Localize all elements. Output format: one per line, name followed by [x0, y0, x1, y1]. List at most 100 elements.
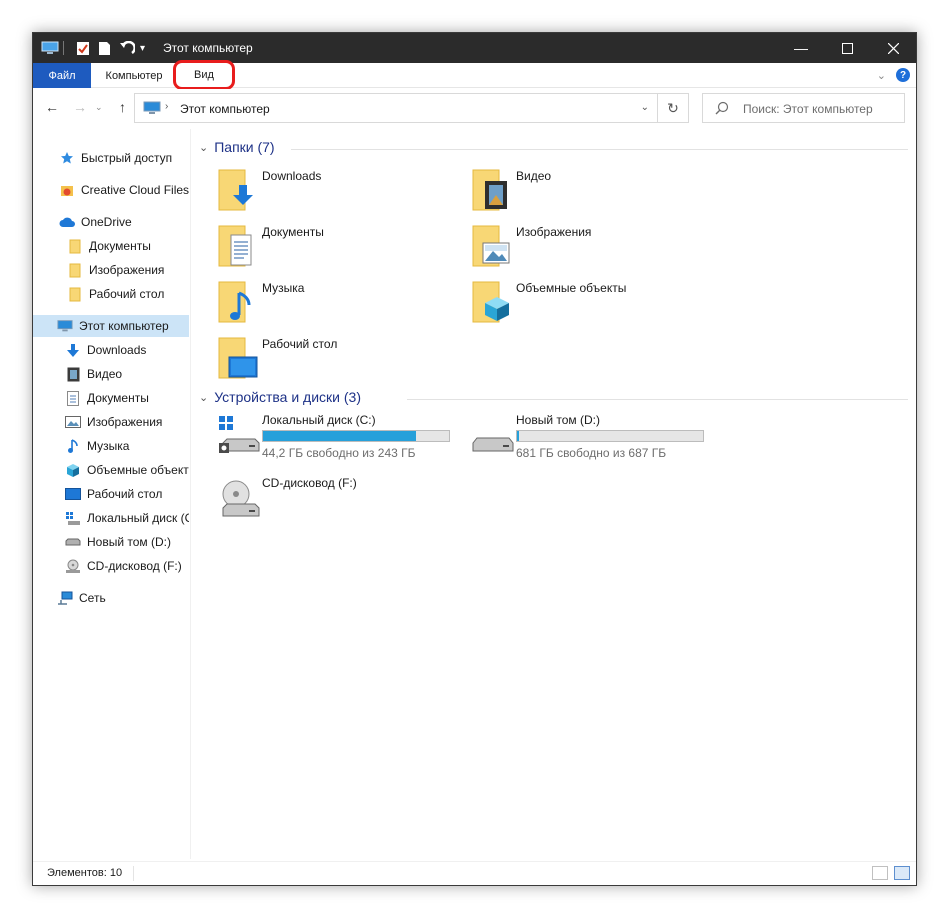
computer-icon — [143, 101, 161, 118]
details-view-icon[interactable] — [872, 866, 888, 880]
3d-objects-folder-icon — [472, 281, 509, 323]
drive-free-space: 44,2 ГБ свободно из 243 ГБ — [262, 446, 416, 460]
search-input[interactable]: Поиск: Этот компьютер — [702, 93, 905, 123]
quick-access-separator — [63, 41, 64, 55]
folder-tile-downloads[interactable]: Downloads — [217, 167, 467, 219]
help-icon[interactable]: ? — [896, 68, 910, 82]
drive-usage-fill — [517, 431, 520, 441]
navigation-bar: ← → ⌄ ↑ › Этот компьютер ⌄ ↻ Поиск: Этот… — [33, 89, 916, 127]
folder-tile-music[interactable]: Музыка — [217, 279, 467, 331]
tile-label: Downloads — [262, 169, 322, 183]
up-arrow-icon[interactable]: ↑ — [119, 99, 126, 115]
drives-group-header[interactable]: ⌄ Устройства и диски (3) — [199, 389, 361, 405]
refresh-button[interactable]: ↻ — [658, 93, 689, 123]
new-folder-icon[interactable] — [98, 41, 111, 59]
tile-label: Документы — [262, 225, 324, 239]
breadcrumb-chevron-icon[interactable]: › — [165, 101, 168, 112]
sidebar-item-drive-f[interactable]: CD-дисковод (F:) — [33, 555, 189, 577]
documents-folder-icon — [218, 225, 252, 267]
address-dropdown-icon[interactable]: ⌄ — [641, 102, 649, 113]
title-bar: ▾ Этот компьютер — — [33, 33, 916, 63]
creative-cloud-icon — [59, 182, 75, 198]
sidebar-item-onedrive-documents[interactable]: Документы — [33, 235, 189, 257]
drive-icon — [472, 437, 514, 452]
collapse-chevron-icon[interactable]: ⌄ — [199, 391, 208, 404]
forward-arrow-icon[interactable]: → — [73, 99, 87, 115]
sidebar-item-label: OneDrive — [81, 215, 132, 229]
computer-icon[interactable] — [41, 41, 59, 58]
film-icon — [65, 366, 81, 382]
sidebar-item-onedrive[interactable]: OneDrive — [33, 211, 189, 233]
computer-icon — [57, 318, 73, 334]
sidebar-item-music[interactable]: Музыка — [33, 435, 189, 457]
sidebar-item-label: Документы — [87, 391, 149, 405]
sidebar-item-label: CD-дисковод (F:) — [87, 559, 182, 573]
drive-icon — [65, 534, 81, 550]
customize-quick-access-icon[interactable]: ▾ — [140, 43, 145, 54]
drive-tile-f[interactable]: CD-дисковод (F:) — [217, 476, 467, 528]
sidebar-item-label: Сеть — [79, 591, 106, 605]
sidebar-item-desktop[interactable]: Рабочий стол — [33, 483, 189, 505]
download-arrow-icon — [65, 342, 81, 358]
minimize-icon: — — [794, 40, 808, 56]
sidebar-item-drive-c[interactable]: Локальный диск (C:) — [33, 507, 189, 529]
back-arrow-icon[interactable]: ← — [45, 99, 59, 115]
properties-icon[interactable] — [76, 41, 90, 59]
folder-icon — [67, 238, 83, 254]
sidebar-item-label: Изображения — [89, 263, 165, 277]
pictures-folder-icon — [472, 225, 510, 267]
folder-tile-pictures[interactable]: Изображения — [471, 223, 721, 275]
folder-tile-videos[interactable]: Видео — [471, 167, 721, 219]
sidebar-item-pictures[interactable]: Изображения — [33, 411, 189, 433]
window-title: Этот компьютер — [163, 41, 253, 55]
tile-label: Рабочий стол — [262, 337, 338, 351]
sidebar-item-videos[interactable]: Видео — [33, 363, 189, 385]
undo-icon[interactable] — [119, 40, 136, 59]
sidebar-item-label: Документы — [89, 239, 151, 253]
music-note-icon — [65, 438, 81, 454]
content-pane: ⌄ Папки (7) Downloads Видео Документы Из… — [191, 129, 916, 859]
folders-group-header[interactable]: ⌄ Папки (7) — [199, 139, 275, 155]
address-bar[interactable]: › Этот компьютер ⌄ — [134, 93, 658, 123]
sidebar-item-onedrive-desktop[interactable]: Рабочий стол — [33, 283, 189, 305]
large-icons-view-icon[interactable] — [894, 866, 910, 880]
tab-computer[interactable]: Компьютер — [91, 63, 177, 88]
drive-free-space: 681 ГБ свободно из 687 ГБ — [516, 446, 667, 460]
close-icon — [887, 42, 899, 54]
sidebar-item-label: Рабочий стол — [89, 287, 165, 301]
music-folder-icon — [218, 281, 251, 323]
sidebar-item-downloads[interactable]: Downloads — [33, 339, 189, 361]
status-separator — [133, 866, 134, 881]
breadcrumb[interactable]: Этот компьютер — [180, 102, 270, 116]
close-button[interactable] — [870, 33, 916, 63]
cd-drive-icon — [65, 558, 81, 574]
expand-ribbon-icon[interactable]: ⌄ — [877, 69, 886, 82]
tab-view[interactable]: Вид — [173, 60, 235, 90]
sidebar-item-onedrive-pictures[interactable]: Изображения — [33, 259, 189, 281]
folder-tile-3d-objects[interactable]: Объемные объекты — [471, 279, 721, 331]
sidebar-item-3d-objects[interactable]: Объемные объекты — [33, 459, 189, 481]
maximize-icon — [841, 42, 853, 54]
sidebar-item-this-pc[interactable]: Этот компьютер — [33, 315, 189, 337]
star-icon — [59, 150, 75, 166]
drive-tile-d[interactable]: Новый том (D:) 681 ГБ свободно из 687 ГБ — [471, 413, 721, 465]
item-count: Элементов: 10 — [47, 867, 123, 879]
sidebar-item-drive-d[interactable]: Новый том (D:) — [33, 531, 189, 553]
folder-tile-documents[interactable]: Документы — [217, 223, 467, 275]
tab-file[interactable]: Файл — [33, 63, 91, 88]
sidebar-item-documents[interactable]: Документы — [33, 387, 189, 409]
sidebar-item-quick-access[interactable]: Быстрый доступ — [33, 147, 189, 169]
cd-drive-icon — [222, 480, 260, 517]
maximize-button[interactable] — [824, 33, 870, 63]
sidebar-item-creative-cloud[interactable]: Creative Cloud Files — [33, 179, 189, 201]
picture-icon — [65, 414, 81, 430]
ribbon-controls: ⌄ ? — [877, 68, 910, 82]
collapse-chevron-icon[interactable]: ⌄ — [199, 141, 208, 154]
minimize-button[interactable]: — — [778, 33, 824, 63]
folder-tile-desktop[interactable]: Рабочий стол — [217, 335, 467, 387]
desktop-icon — [65, 486, 81, 502]
sidebar-item-network[interactable]: Сеть — [33, 587, 189, 609]
recent-locations-chevron-icon[interactable]: ⌄ — [95, 102, 103, 113]
drive-tile-c[interactable]: Локальный диск (C:) 44,2 ГБ свободно из … — [217, 413, 467, 465]
sidebar-item-label: Этот компьютер — [79, 319, 169, 333]
